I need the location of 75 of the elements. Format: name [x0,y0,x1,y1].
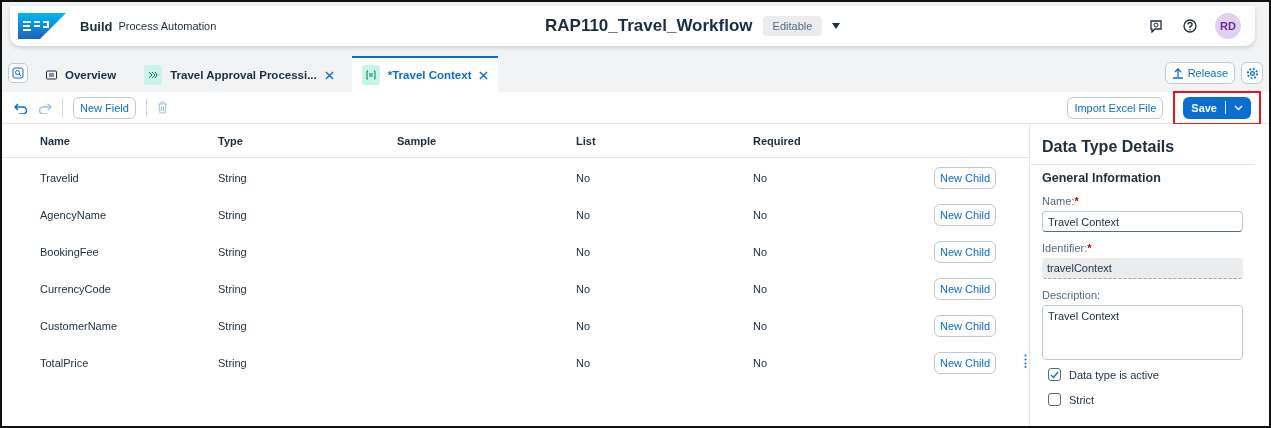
new-child-button[interactable]: New Child [934,314,997,337]
table-cell-text: Travelid [40,171,80,184]
table-cell-text: No [753,171,769,184]
section-title: General Information [1042,171,1162,185]
table-cell-text: No [753,208,769,221]
new-child-button[interactable]: New Child [934,166,997,189]
caret-icon[interactable] [832,23,841,29]
description-field[interactable]: Travel Context [1042,305,1243,360]
table-cell-text: No [753,282,769,295]
new-child-button[interactable]: New Child [934,277,997,300]
table-cell-text: No [576,208,592,221]
upload-icon [1171,67,1184,79]
new-child-button[interactable]: New Child [934,240,997,263]
table-cell-text: String [218,171,248,184]
column-header: Name [40,134,71,147]
table-cell-text: String [218,319,248,332]
checkbox[interactable] [1048,393,1061,406]
field-label: Identifier:* [1042,242,1093,254]
undo-icon[interactable] [14,101,28,114]
table-cell-text: No [753,356,769,369]
column-header: List [576,134,597,147]
identifier-field[interactable]: travelContext [1042,258,1243,279]
table-cell-text: String [218,245,248,258]
settings-icon [1245,66,1259,80]
column-header: Sample [397,134,438,147]
release-button[interactable]: Release [1164,62,1235,84]
tab[interactable]: Travel Approval Processi... [134,56,344,92]
checkbox-label: Data type is active [1069,368,1159,381]
search-button[interactable] [8,63,28,83]
help-icon[interactable] [1183,19,1197,33]
new-child-button[interactable]: New Child [934,351,997,374]
document-icon [361,65,380,85]
process-icon [144,65,163,85]
table-cell-text: No [576,245,592,258]
column-header: Type [218,134,244,147]
chevron-down-icon[interactable] [1234,104,1243,111]
folder-icon [46,70,57,80]
field-label: Name:* [1042,195,1080,207]
checkbox[interactable] [1048,368,1061,381]
close-icon[interactable] [324,70,334,80]
table-cell-text: CustomerName [40,319,119,332]
field-label: Description: [1042,289,1102,301]
close-icon[interactable] [479,70,489,80]
tab[interactable]: *Travel Context [351,56,499,92]
resize-handle-icon[interactable] [1024,354,1027,368]
table-cell-text: No [576,171,592,184]
table-cell-text: String [218,208,248,221]
table-cell-text: No [576,319,592,332]
table-cell-text: String [218,282,248,295]
table-cell-text: TotalPrice [40,356,90,369]
new-field-button[interactable]: New Field [73,96,136,119]
brand-name: Build [80,18,113,34]
settings-button[interactable] [1241,62,1263,84]
import-excel-button[interactable]: Import Excel File [1067,96,1164,119]
checkbox-label: Strict [1069,393,1095,406]
project-title: RAP110_Travel_Workflow [545,16,753,36]
table-cell-text: String [218,356,248,369]
logo-icon [18,13,66,39]
save-button[interactable]: Save [1183,96,1251,119]
table-cell-text: No [576,356,592,369]
product-name: Process Automation [118,20,217,32]
column-header: Required [753,134,802,147]
user-avatar[interactable]: RD [1215,13,1241,39]
status-tag: Editable [762,16,823,36]
table-cell-text: BookingFee [40,245,100,258]
new-child-button[interactable]: New Child [934,203,997,226]
tab[interactable]: Overview [36,56,127,92]
table-cell-text: No [576,282,592,295]
table-cell-text: CurrencyCode [40,282,112,295]
feedback-icon[interactable] [1149,19,1163,33]
panel-title: Data Type Details [1030,124,1255,165]
table-cell-text: No [753,319,769,332]
table-cell-text: No [753,245,769,258]
table-cell-text: AgencyName [40,208,108,221]
name-field[interactable]: Travel Context [1042,211,1243,232]
